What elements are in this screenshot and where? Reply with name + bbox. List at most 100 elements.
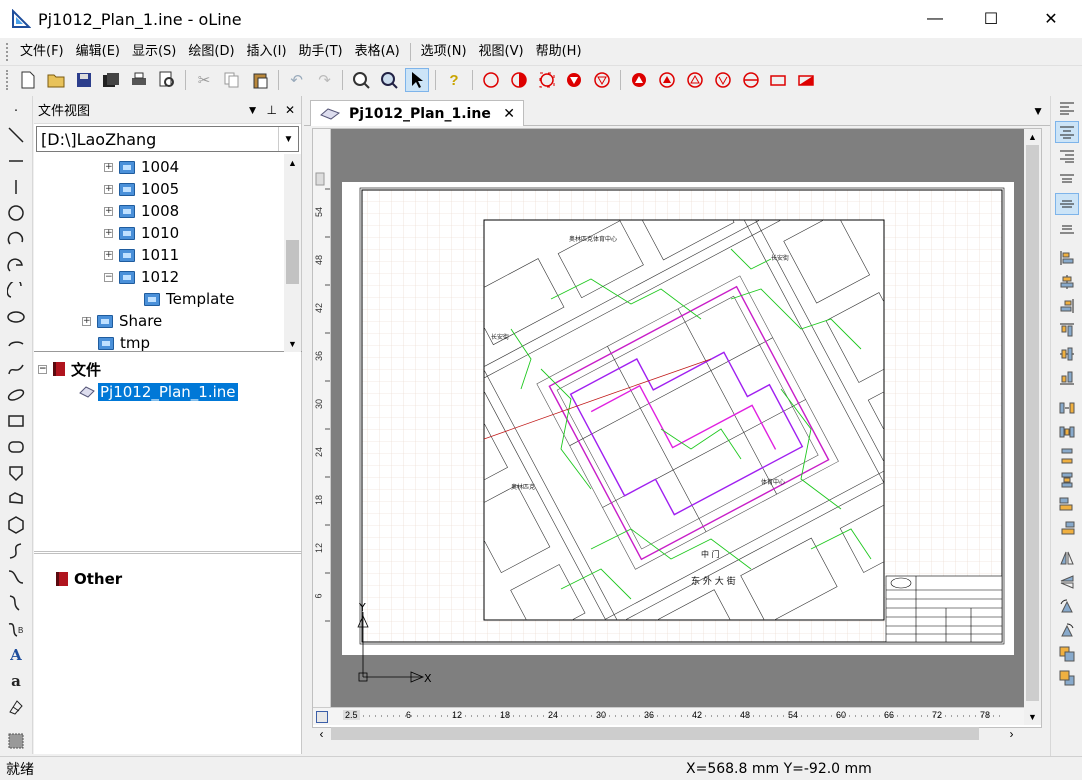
theta-symbol-icon[interactable] (739, 68, 763, 92)
rectangle-icon[interactable] (3, 408, 29, 434)
scroll-left-icon[interactable]: ‹ (313, 725, 330, 742)
rotate-left-icon[interactable] (1055, 595, 1079, 617)
expand-icon[interactable]: + (104, 250, 113, 260)
toolbar-grip[interactable] (6, 70, 10, 90)
select-pointer-icon[interactable] (405, 68, 430, 92)
bezier-icon[interactable]: B (3, 616, 29, 642)
distribute-right-icon[interactable] (1055, 295, 1079, 317)
distribute-center-icon[interactable] (1055, 271, 1079, 293)
chevron-down-icon[interactable]: ▼ (278, 127, 298, 151)
tab-close-icon[interactable]: ✕ (503, 106, 515, 122)
wave-curve-icon[interactable] (3, 590, 29, 616)
vertical-line-icon[interactable] (3, 174, 29, 200)
menu-draw[interactable]: 绘图(D) (182, 41, 240, 63)
up-triangle-icon[interactable] (655, 68, 679, 92)
menu-assistant[interactable]: 助手(T) (293, 41, 349, 63)
circle-icon[interactable] (3, 200, 29, 226)
tree-scroll-thumb[interactable] (286, 240, 299, 284)
pin-icon[interactable]: ⊥ (266, 103, 276, 117)
expand-icon[interactable]: + (104, 228, 113, 238)
align-center-icon[interactable] (1054, 121, 1079, 143)
polyline-curve-icon[interactable] (3, 538, 29, 564)
canvas-vertical-scrollbar[interactable]: ▲ ▼ (1024, 129, 1041, 725)
stack-left-icon[interactable] (1055, 493, 1079, 515)
minimize-button[interactable]: — (912, 0, 958, 38)
arc-icon[interactable] (3, 226, 29, 252)
tree-item-1004[interactable]: +1004 (104, 156, 179, 178)
document-tab[interactable]: Pj1012_Plan_1.ine ✕ (310, 100, 524, 126)
rotated-ellipse-icon[interactable] (3, 382, 29, 408)
undo-icon[interactable]: ↶ (285, 68, 309, 92)
print-preview-icon[interactable] (155, 68, 179, 92)
align-left-icon[interactable] (1055, 97, 1079, 119)
scroll-up-icon[interactable]: ▲ (284, 154, 301, 171)
tree-item-1005[interactable]: +1005 (104, 178, 179, 200)
tree-item-tmp[interactable]: tmp (98, 332, 150, 351)
half-circle-symbol-icon[interactable] (507, 68, 531, 92)
open-folder-icon[interactable] (44, 68, 68, 92)
elliptic-arc-icon[interactable] (3, 330, 29, 356)
scroll-down-icon[interactable]: ▼ (1024, 709, 1041, 725)
other-group[interactable]: Other (56, 568, 122, 590)
collapse-icon[interactable]: − (104, 272, 113, 282)
stack-right-icon[interactable] (1055, 517, 1079, 539)
copy-icon[interactable] (220, 68, 244, 92)
half-rectangle-symbol-icon[interactable] (794, 68, 818, 92)
align-right-icon[interactable] (1055, 145, 1079, 167)
paste-icon[interactable] (248, 68, 272, 92)
space-even-v-icon[interactable] (1055, 469, 1079, 491)
menu-table[interactable]: 表格(A) (349, 41, 406, 63)
line-icon[interactable] (3, 122, 29, 148)
menu-file[interactable]: 文件(F) (14, 41, 70, 63)
scroll-right-icon[interactable]: › (1003, 725, 1020, 742)
menubar-grip[interactable] (6, 42, 14, 61)
freehand-curve-icon[interactable] (3, 564, 29, 590)
tree-item-1008[interactable]: +1008 (104, 200, 179, 222)
tree-scrollbar[interactable]: ▲ ▼ (284, 154, 301, 352)
space-horizontal-icon[interactable] (1055, 397, 1079, 419)
align-bottom-icon[interactable] (1055, 217, 1079, 239)
align-middle-icon[interactable] (1054, 193, 1079, 215)
tab-list-dropdown-icon[interactable]: ▼ (1032, 104, 1044, 118)
gear-symbol-icon[interactable] (535, 68, 559, 92)
tree-item-1012[interactable]: −1012 (104, 266, 179, 288)
scroll-up-icon[interactable]: ▲ (1024, 129, 1041, 145)
close-button[interactable]: ✕ (1028, 0, 1074, 38)
regular-polygon-icon[interactable] (3, 512, 29, 538)
save-all-icon[interactable] (100, 68, 124, 92)
tree-item-1010[interactable]: +1010 (104, 222, 179, 244)
menu-insert[interactable]: 插入(I) (241, 41, 293, 63)
panel-dropdown-icon[interactable]: ▼ (247, 103, 259, 117)
up-triangle-outline-icon[interactable] (683, 68, 707, 92)
distribute-vcenter-icon[interactable] (1055, 343, 1079, 365)
redo-icon[interactable]: ↷ (313, 68, 337, 92)
expand-icon[interactable]: + (104, 184, 113, 194)
hatch-icon[interactable] (3, 728, 29, 754)
point-icon[interactable]: · (3, 96, 29, 122)
new-file-icon[interactable] (16, 68, 40, 92)
help-icon[interactable]: ? (442, 68, 466, 92)
panel-close-icon[interactable]: ✕ (285, 103, 295, 117)
print-icon[interactable] (127, 68, 151, 92)
collapse-icon[interactable]: − (38, 364, 47, 374)
menu-view[interactable]: 视图(V) (473, 41, 530, 63)
up-triangle-filled-icon[interactable] (627, 68, 651, 92)
tree-item-template[interactable]: Template (144, 288, 234, 310)
drawing-area[interactable]: 奥林匹克体育中心 长安街 长安街 奥林匹克 体育中心 东 外 大 街 中 门 Y… (331, 129, 1025, 707)
send-back-icon[interactable] (1055, 667, 1079, 689)
canvas-vscroll-thumb[interactable] (1026, 145, 1039, 701)
v-symbol-icon[interactable] (711, 68, 735, 92)
maximize-button[interactable]: ☐ (968, 0, 1014, 38)
menu-display[interactable]: 显示(S) (126, 41, 182, 63)
space-vertical-icon[interactable] (1055, 445, 1079, 467)
distribute-top-icon[interactable] (1055, 319, 1079, 341)
dimension-icon[interactable] (3, 694, 29, 720)
menu-options[interactable]: 选项(N) (415, 41, 473, 63)
bring-front-icon[interactable] (1055, 643, 1079, 665)
save-icon[interactable] (72, 68, 96, 92)
canvas-hscroll-thumb[interactable] (331, 727, 979, 740)
expand-icon[interactable]: + (104, 206, 113, 216)
align-top-icon[interactable] (1055, 169, 1079, 191)
mirror-horizontal-icon[interactable] (1055, 547, 1079, 569)
rectangle-symbol-icon[interactable] (766, 68, 790, 92)
